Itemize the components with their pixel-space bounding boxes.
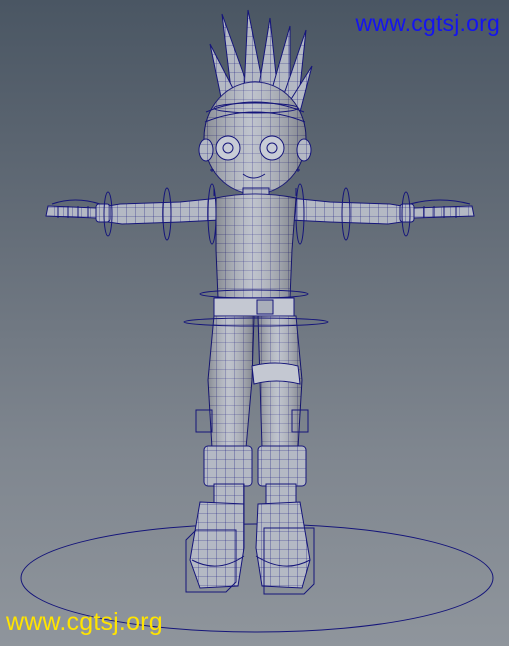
- 3d-viewport[interactable]: www.cgtsj.org www.cgtsj.org: [0, 0, 509, 646]
- ear-left: [198, 138, 214, 162]
- belt-buckle: [256, 299, 274, 315]
- eye-left: [215, 135, 241, 161]
- arm-left: [45, 197, 221, 225]
- eye-right: [259, 135, 285, 161]
- watermark-bottom: www.cgtsj.org: [6, 608, 163, 636]
- watermark-top: www.cgtsj.org: [355, 10, 500, 36]
- arm-right: [289, 197, 475, 225]
- character-model[interactable]: [0, 0, 509, 646]
- cuff-left: [203, 445, 253, 487]
- belt: [213, 297, 295, 317]
- ear-right: [296, 138, 312, 162]
- cuff-right: [257, 445, 307, 487]
